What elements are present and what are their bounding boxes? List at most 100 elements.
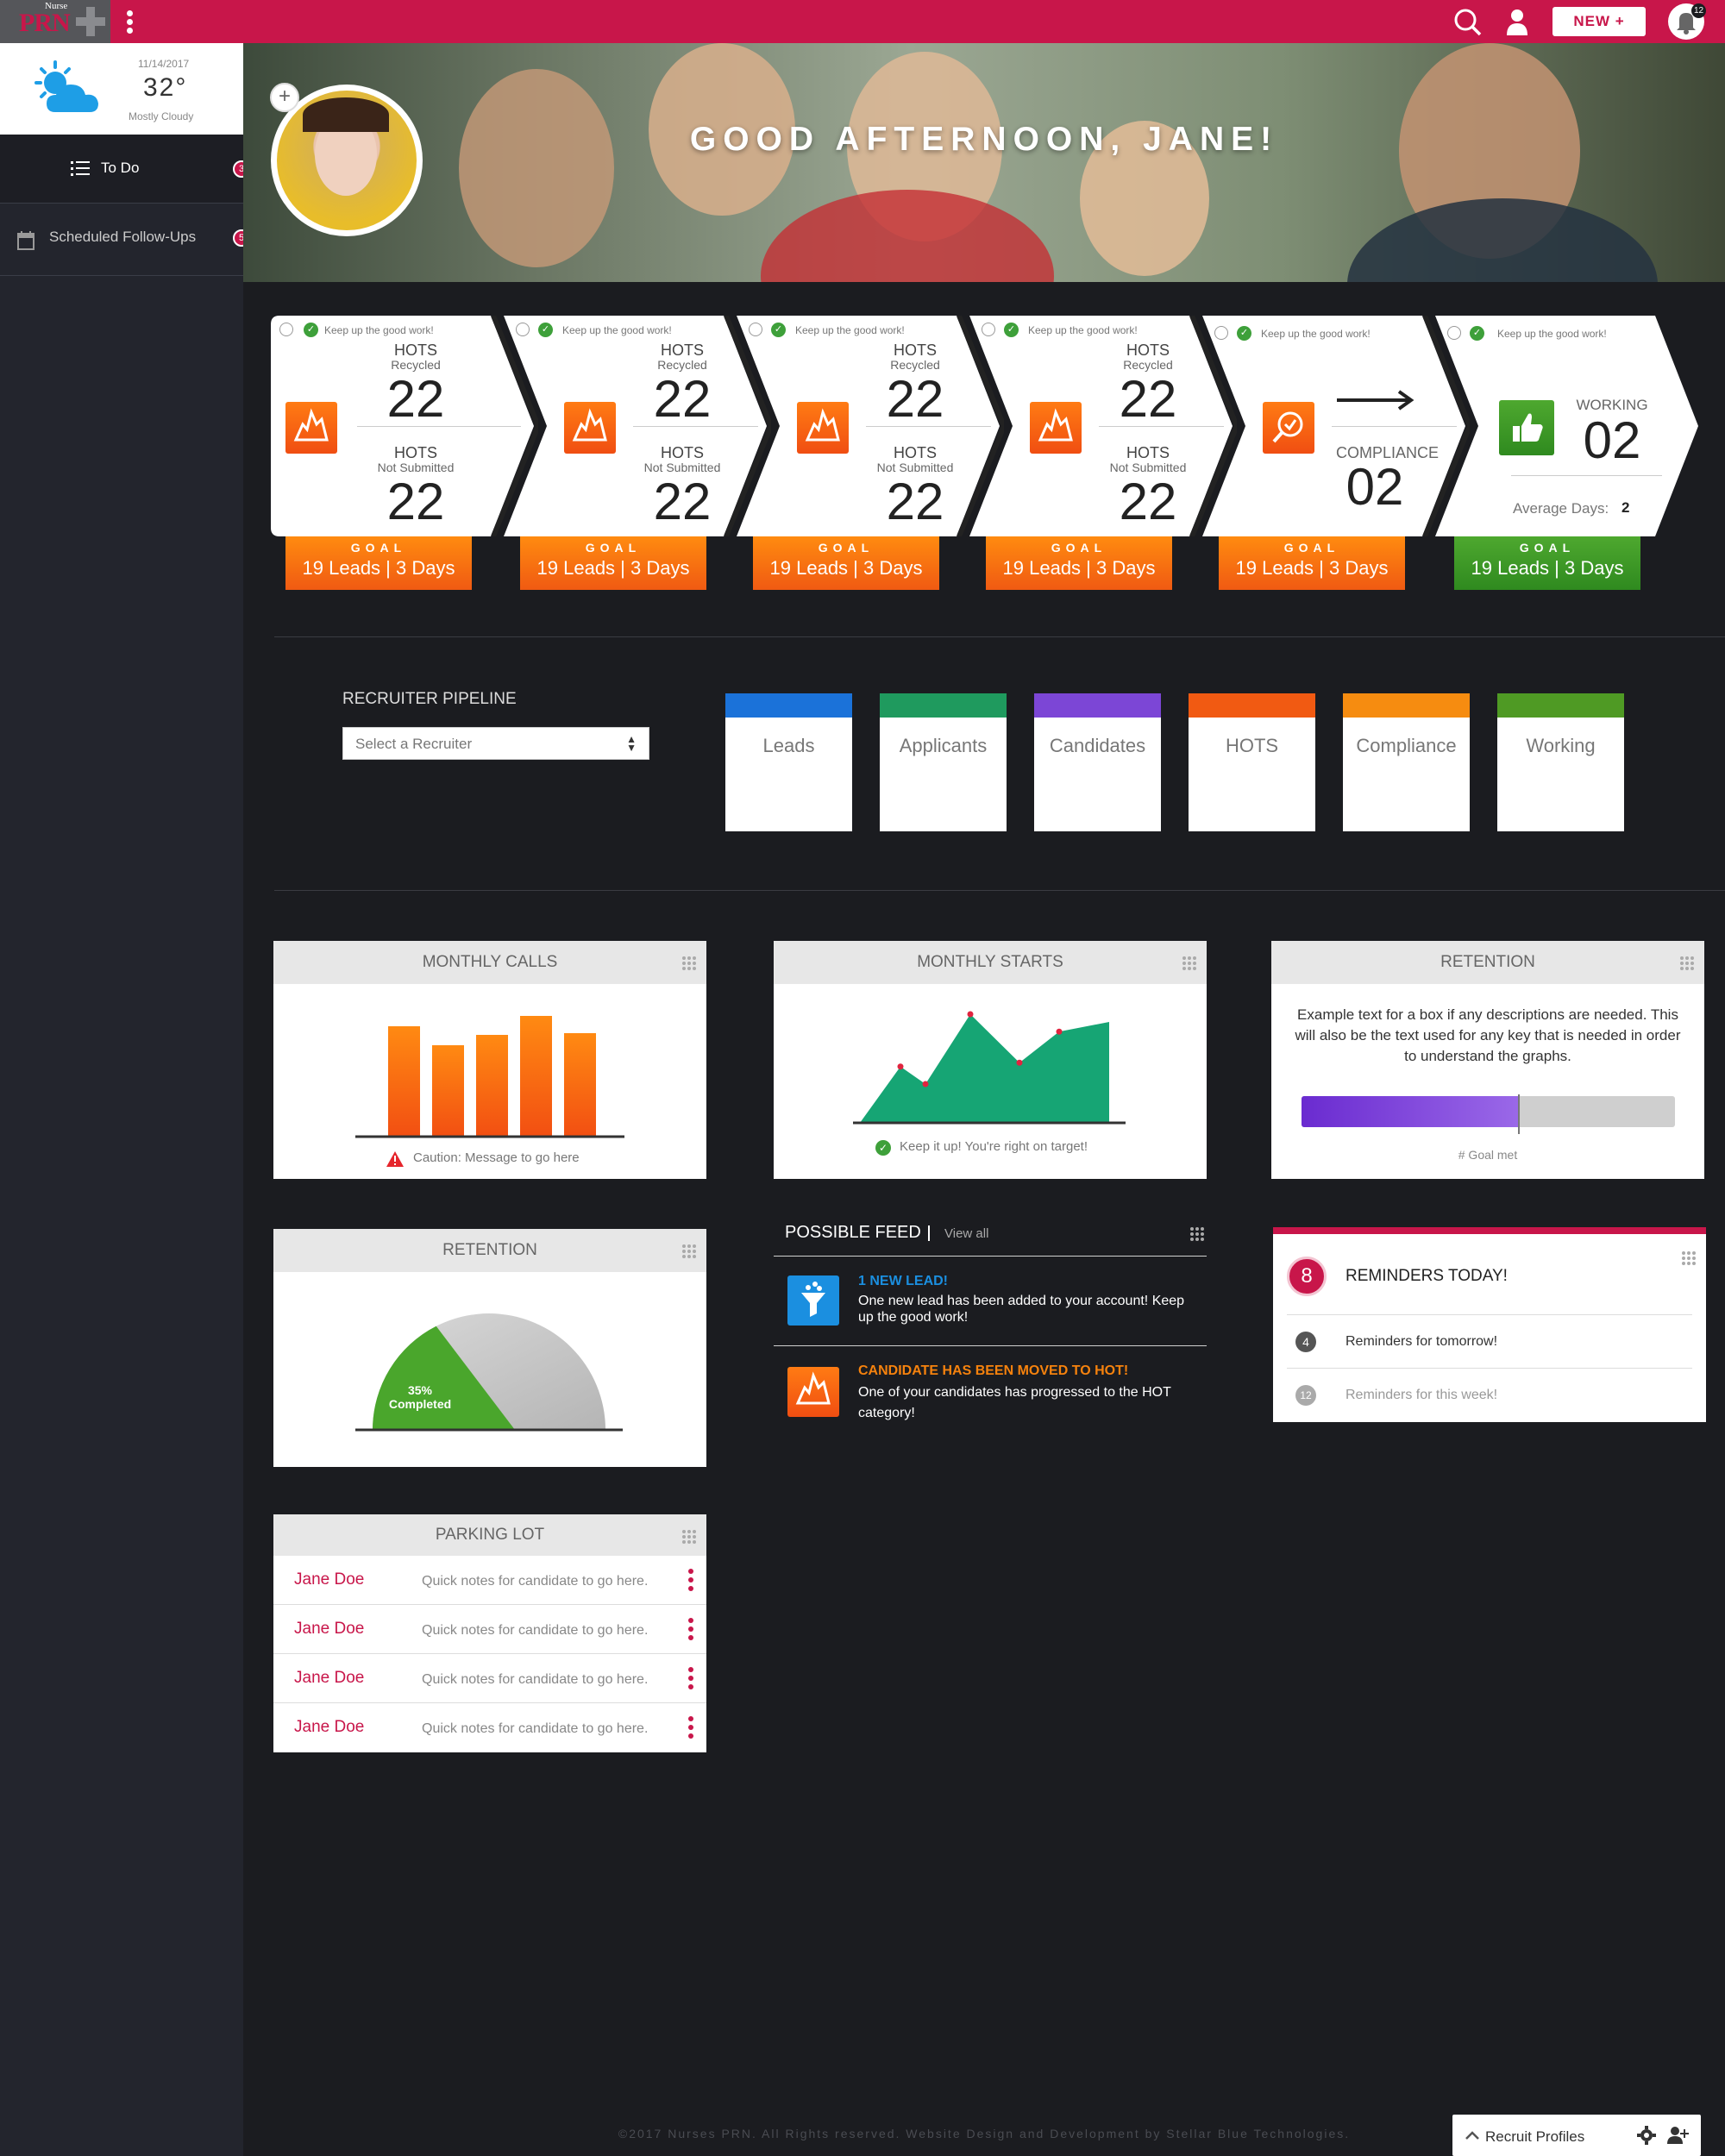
parking-lot-row[interactable]: Jane Doe Quick notes for candidate to go… — [273, 1605, 706, 1654]
goal-value: 19 Leads | 3 Days — [536, 557, 690, 579]
sidebar-item-scheduled-follow-ups[interactable]: Scheduled Follow-Ups 5 — [0, 204, 250, 276]
parking-lot-row[interactable]: Jane Doe Quick notes for candidate to go… — [273, 1654, 706, 1703]
pin-icon[interactable] — [279, 323, 293, 336]
reminders-tomorrow-label[interactable]: Reminders for tomorrow! — [1346, 1334, 1497, 1350]
drag-handle-icon[interactable] — [682, 956, 696, 970]
card-label: HOTS — [1126, 444, 1170, 461]
feed-item-text: One of your candidates has progressed to… — [858, 1385, 1171, 1420]
panel-title: MONTHLY CALLS — [422, 953, 558, 971]
stage-label: Leads — [762, 735, 815, 756]
goal-badge: GOAL 19 Leads | 3 Days — [1219, 536, 1405, 590]
notifications-button[interactable]: 12 — [1668, 3, 1706, 40]
feed-item[interactable]: CANDIDATE HAS BEEN MOVED TO HOT! One of … — [774, 1345, 1207, 1435]
pin-icon[interactable] — [749, 323, 762, 336]
metric-card-hots-4[interactable]: ✓ Keep up the good work! HOTS Recycled 2… — [969, 316, 1237, 536]
feed-item-text: One new lead has been added to your acco… — [858, 1294, 1185, 1325]
new-button[interactable]: NEW + — [1552, 7, 1646, 36]
weather-date: 11/14/2017 — [138, 58, 190, 70]
row-options-icon[interactable] — [688, 1618, 693, 1642]
card-label: HOTS — [1126, 342, 1170, 359]
candidate-name[interactable]: Jane Doe — [294, 1620, 364, 1639]
pin-icon[interactable] — [1214, 326, 1228, 340]
calls-bar — [476, 1035, 508, 1137]
drag-handle-icon[interactable] — [1182, 956, 1196, 970]
candidate-note: Quick notes for candidate to go here. — [422, 1623, 649, 1638]
gear-icon[interactable] — [1637, 2126, 1656, 2145]
metric-card-hots-1[interactable]: ✓ Keep up the good work! HOTS Recycled 2… — [271, 316, 538, 536]
goal-value: 19 Leads | 3 Days — [302, 557, 455, 579]
thumbs-up-icon — [1499, 400, 1554, 455]
card-label: HOTS — [660, 444, 704, 461]
drag-handle-icon[interactable] — [682, 1530, 696, 1544]
goal-badge: GOAL 19 Leads | 3 Days — [753, 536, 939, 590]
feed-view-all-link[interactable]: View all — [944, 1226, 988, 1241]
row-options-icon[interactable] — [688, 1569, 693, 1593]
card-value: 22 — [1119, 370, 1177, 428]
weather-temp: 32° — [143, 73, 188, 102]
metric-card-working[interactable]: ✓ Keep up the good work! WORKING 02 Aver… — [1435, 316, 1708, 536]
pin-icon[interactable] — [516, 323, 530, 336]
pipeline-stage-leads[interactable]: Leads — [725, 693, 852, 831]
recruit-profiles-bar[interactable]: Recruit Profiles — [1452, 2115, 1701, 2156]
check-icon: ✓ — [538, 323, 553, 337]
menu-kebab-icon[interactable] — [126, 10, 135, 34]
card-label: HOTS — [660, 342, 704, 359]
parking-lot-row[interactable]: Jane Doe Quick notes for candidate to go… — [273, 1703, 706, 1752]
card-tip: Keep up the good work! — [324, 324, 434, 336]
goal-badge: GOAL 19 Leads | 3 Days — [986, 536, 1172, 590]
feed-separator — [928, 1225, 930, 1241]
candidate-name[interactable]: Jane Doe — [294, 1570, 364, 1589]
recruiter-select[interactable]: Select a Recruiter ▲ ▼ — [342, 727, 649, 760]
metric-card-hots-2[interactable]: ✓ Keep up the good work! HOTS Recycled 2… — [504, 316, 771, 536]
reminders-week-label[interactable]: Reminders for this week! — [1346, 1388, 1497, 1403]
card-value: 22 — [886, 370, 944, 428]
fire-icon — [787, 1367, 839, 1417]
pipeline-stage-applicants[interactable]: Applicants — [880, 693, 1007, 831]
logo[interactable]: Nurse PRN — [0, 0, 110, 43]
card-value: 22 — [653, 370, 712, 428]
card-value: 22 — [653, 473, 712, 530]
metric-card-compliance[interactable]: ✓ Keep up the good work! COMPLIANCE 02 — [1202, 316, 1470, 536]
card-label: HOTS — [393, 342, 437, 359]
candidate-note: Quick notes for candidate to go here. — [422, 1574, 649, 1589]
metric-card-hots-3[interactable]: ✓ Keep up the good work! HOTS Recycled 2… — [737, 316, 1004, 536]
pin-icon[interactable] — [982, 323, 995, 336]
starts-point — [1056, 1028, 1063, 1035]
retention-bar-panel: RETENTION Example text for a box if any … — [1271, 941, 1704, 1179]
check-icon: ✓ — [1237, 326, 1251, 341]
chevron-up-icon[interactable] — [1465, 2130, 1480, 2140]
goal-label: GOAL — [585, 541, 642, 555]
gauge-percent: 35% — [408, 1383, 433, 1397]
add-user-icon[interactable] — [1666, 2126, 1689, 2145]
reminders-today-label[interactable]: REMINDERS TODAY! — [1346, 1267, 1508, 1286]
pipeline-stage-candidates[interactable]: Candidates — [1034, 693, 1161, 831]
card-tip: Keep up the good work! — [1028, 324, 1138, 336]
parking-lot-panel: PARKING LOT Jane Doe Quick notes for can… — [273, 1514, 706, 1752]
pin-icon[interactable] — [1447, 326, 1461, 340]
add-photo-button[interactable]: + — [270, 83, 299, 112]
candidate-name[interactable]: Jane Doe — [294, 1718, 364, 1737]
row-options-icon[interactable] — [688, 1716, 693, 1740]
candidate-name[interactable]: Jane Doe — [294, 1669, 364, 1688]
drag-handle-icon[interactable] — [1682, 1251, 1696, 1265]
user-icon[interactable] — [1502, 7, 1532, 36]
card-value: 02 — [1346, 458, 1404, 516]
pipeline-stage-compliance[interactable]: Compliance — [1343, 693, 1470, 831]
divider — [274, 636, 1725, 637]
feed-item[interactable]: 1 NEW LEAD! One new lead has been added … — [774, 1256, 1207, 1345]
pipeline-stage-working[interactable]: Working — [1497, 693, 1624, 831]
retention-progress-fill — [1302, 1096, 1519, 1127]
card-tip: Keep up the good work! — [1497, 328, 1607, 340]
starts-point — [1016, 1059, 1023, 1066]
row-options-icon[interactable] — [688, 1667, 693, 1691]
search-check-icon — [1263, 402, 1314, 454]
drag-handle-icon[interactable] — [1680, 956, 1694, 970]
search-icon[interactable] — [1452, 7, 1482, 36]
average-days-value: 2 — [1622, 499, 1630, 516]
pipeline-stage-hots[interactable]: HOTS — [1189, 693, 1315, 831]
warning-icon — [386, 1151, 404, 1167]
drag-handle-icon[interactable] — [1190, 1227, 1204, 1241]
parking-lot-row[interactable]: Jane Doe Quick notes for candidate to go… — [273, 1556, 706, 1605]
sidebar-item-todo[interactable]: To Do 3 — [0, 135, 250, 204]
drag-handle-icon[interactable] — [682, 1244, 696, 1258]
